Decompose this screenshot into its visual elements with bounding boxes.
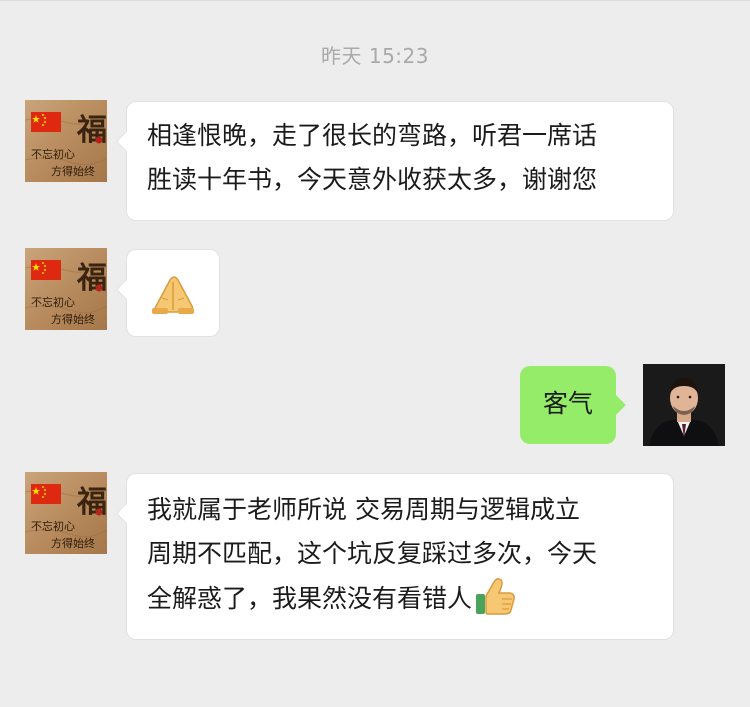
man-in-suit-avatar-icon (643, 364, 725, 446)
thumbs-up-icon (476, 578, 515, 615)
bubble-tail (115, 130, 138, 153)
message-timestamp: 昨天 15:23 (321, 44, 429, 68)
sender-avatar[interactable]: 福 不忘初心 方得始终 (25, 248, 107, 330)
message-text-line: 周期不匹配，这个坑反复踩过多次，今天 (147, 539, 598, 568)
incoming-emoji-bubble[interactable] (115, 249, 220, 337)
avatar-fu-character: 福 (76, 485, 107, 520)
avatar-fu-character: 福 (76, 113, 107, 148)
avatar-motto-line-1: 不忘初心 (31, 295, 75, 309)
fu-flag-avatar-icon: 福 不忘初心 方得始终 (25, 100, 107, 182)
avatar-motto-line-1: 不忘初心 (31, 147, 75, 161)
sender-avatar[interactable]: 福 不忘初心 方得始终 (25, 100, 107, 182)
message-text-line: 胜读十年书，今天意外收获太多，谢谢您 (147, 165, 598, 194)
message-text-line: 我就属于老师所说 交易周期与逻辑成立 (147, 495, 580, 524)
fu-flag-avatar-icon: 福 不忘初心 方得始终 (25, 472, 107, 554)
message-text-line: 相逢恨晚，走了很长的弯路，听君一席话 (147, 121, 598, 150)
folded-hands-icon (152, 276, 194, 314)
avatar-motto-line-2: 方得始终 (51, 536, 95, 550)
top-divider (0, 0, 750, 1)
outgoing-message-bubble[interactable]: 客气 (520, 366, 626, 444)
message-text-line: 客气 (542, 389, 593, 418)
avatar-fu-character: 福 (76, 261, 107, 296)
bubble-tail (115, 278, 138, 301)
bubble-tail (115, 502, 138, 525)
self-avatar[interactable] (643, 364, 725, 446)
fu-flag-avatar-icon: 福 不忘初心 方得始终 (25, 248, 107, 330)
incoming-message-bubble[interactable]: 相逢恨晚，走了很长的弯路，听君一席话 胜读十年书，今天意外收获太多，谢谢您 (115, 101, 674, 221)
incoming-message-bubble[interactable]: 我就属于老师所说 交易周期与逻辑成立 周期不匹配，这个坑反复踩过多次，今天 全解… (115, 473, 674, 640)
message-text-line: 全解惑了，我果然没有看错人 (147, 576, 653, 621)
avatar-motto-line-2: 方得始终 (51, 164, 95, 178)
message-text: 全解惑了，我果然没有看错人 (147, 584, 473, 613)
avatar-motto-line-2: 方得始终 (51, 312, 95, 326)
avatar-motto-line-1: 不忘初心 (31, 519, 75, 533)
sender-avatar[interactable]: 福 不忘初心 方得始终 (25, 472, 107, 554)
